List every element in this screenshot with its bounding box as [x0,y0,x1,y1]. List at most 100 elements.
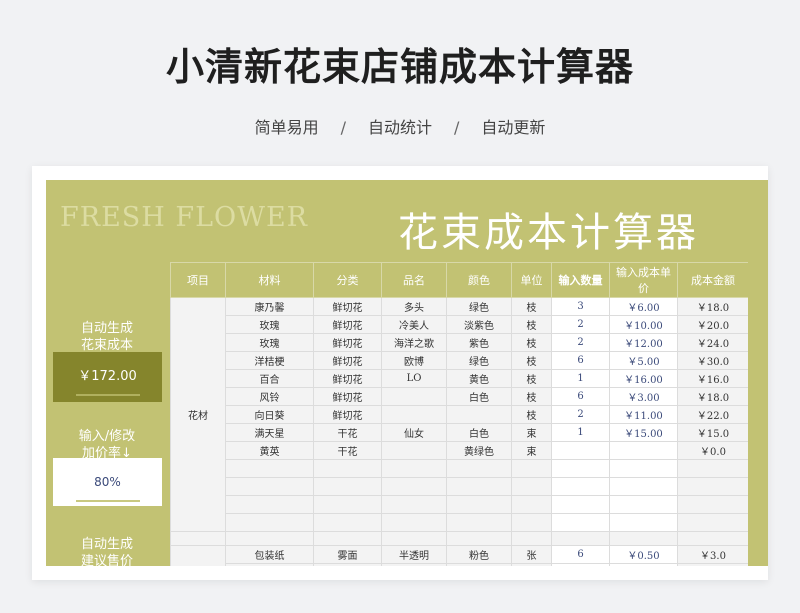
table-cell: ￥24.0 [677,333,748,352]
gap-cell [511,531,552,546]
col-item: 项目 [170,262,226,298]
table-cell[interactable] [551,441,610,460]
table-cell: 枝 [511,387,552,406]
col-unit-cost: 输入成本单价 [609,262,678,298]
table-cell[interactable]: ￥0.40 [609,563,678,566]
gap-cell [313,531,382,546]
table-cell: 干花 [313,441,382,460]
table-cell: 黄绿色 [446,441,512,460]
cost-table-wrap: 项目 材料 分类 品名 颜色 单位 输入数量 输入成本单价 成本金额 花材 康乃馨… [170,262,748,566]
table-cell: ￥18.0 [677,387,748,406]
table-cell [677,459,748,478]
table-cell[interactable]: ￥6.00 [609,297,678,316]
table-cell: 单色 [381,563,447,566]
table-row: 风铃 鲜切花 白色枝 6 ￥3.00 ￥18.0 [171,387,748,406]
table-cell: 黄英 [225,441,314,460]
cost-label: 自动生成 花束成本 [80,321,133,353]
table-cell [446,405,512,424]
table-cell [225,513,314,532]
table-cell[interactable]: 6 [551,351,610,370]
table-cell[interactable]: ￥11.00 [609,405,678,424]
markup-rate-input[interactable]: 80% [53,458,162,506]
table-cell: 欧博 [381,351,447,370]
table-cell[interactable]: ￥12.00 [609,333,678,352]
table-cell[interactable]: 1 [551,369,610,388]
table-row [171,495,748,514]
col-unit: 单位 [511,262,552,298]
table-cell: 枝 [511,297,552,316]
table-row: 黄英 干花 黄绿色束 ￥0.0 [171,441,748,460]
table-cell[interactable] [551,459,610,478]
table-cell[interactable] [609,441,678,460]
table-cell[interactable] [551,513,610,532]
table-cell: 鲜切花 [313,369,382,388]
tag-easy: 简单易用 [254,118,319,137]
divider [76,500,140,502]
table-cell[interactable] [609,513,678,532]
table-row [171,513,748,532]
table-cell [677,477,748,496]
table-cell[interactable]: ￥10.00 [609,315,678,334]
table-cell: 绿色 [446,297,512,316]
sheet-title: 花束成本计算器 [398,210,699,256]
table-cell [381,513,447,532]
table-row: 玫瑰 鲜切花 海洋之歌 紫色枝 2 ￥12.00 ￥24.0 [171,333,748,352]
table-cell[interactable]: 2 [551,333,610,352]
table-cell[interactable]: ￥3.00 [609,387,678,406]
table-row: 包装纸哑光单色白色张6￥0.40￥2.4 [171,563,748,566]
table-cell: 鲜切花 [313,405,382,424]
table-row: 向日葵 鲜切花 枝 2 ￥11.00 ￥22.0 [171,405,748,424]
table-cell[interactable]: 2 [551,405,610,424]
gap-cell [551,531,610,546]
table-cell: 百合 [225,369,314,388]
table-cell [381,387,447,406]
table-cell: 张 [511,563,552,566]
table-cell[interactable]: 3 [551,297,610,316]
table-cell: 向日葵 [225,405,314,424]
english-title: FRESH FLOWER [60,202,308,233]
spreadsheet: FRESH FLOWER 花束成本计算器 自动生成 花束成本 ￥172.00 输… [46,180,768,566]
table-cell: 雾面 [313,545,382,564]
table-cell: 半透明 [381,545,447,564]
table-cell: 束 [511,441,552,460]
table-cell: 紫色 [446,333,512,352]
table-cell[interactable]: 2 [551,315,610,334]
gap-cell [381,531,447,546]
table-cell[interactable] [551,495,610,514]
tag-separator: / [340,118,346,137]
table-cell[interactable]: ￥5.00 [609,351,678,370]
table-cell[interactable]: ￥15.00 [609,423,678,442]
table-row: 洋桔梗 鲜切花 欧博 绿色枝 6 ￥5.00 ￥30.0 [171,351,748,370]
price-label: 自动生成 建议售价 [80,537,133,566]
table-cell [225,495,314,514]
col-quantity: 输入数量 [551,262,610,298]
table-row [171,459,748,478]
cost-table: 项目 材料 分类 品名 颜色 单位 输入数量 输入成本单价 成本金额 花材 康乃馨… [170,262,748,566]
table-cell [446,495,512,514]
markup-label: 输入/修改 加价率↓ [78,429,136,461]
table-cell[interactable]: 6 [551,387,610,406]
table-cell: 黄色 [446,369,512,388]
table-cell[interactable]: ￥0.50 [609,545,678,564]
table-cell: 包装纸 [225,545,314,564]
table-cell[interactable] [551,477,610,496]
table-cell: 枝 [511,351,552,370]
table-cell [511,477,552,496]
table-cell: 枝 [511,405,552,424]
divider [76,394,140,396]
table-cell[interactable] [609,495,678,514]
gap-cell [170,531,226,546]
table-cell [677,495,748,514]
col-color: 颜色 [446,262,512,298]
tag-auto-update: 自动更新 [481,118,546,137]
table-cell[interactable] [609,477,678,496]
table-cell: 满天星 [225,423,314,442]
table-cell[interactable]: 1 [551,423,610,442]
table-cell [381,405,447,424]
table-cell[interactable] [609,459,678,478]
table-cell[interactable]: 6 [551,545,610,564]
table-cell[interactable]: ￥16.00 [609,369,678,388]
table-cell[interactable]: 6 [551,563,610,566]
table-cell: ￥30.0 [677,351,748,370]
table-cell: 鲜切花 [313,315,382,334]
